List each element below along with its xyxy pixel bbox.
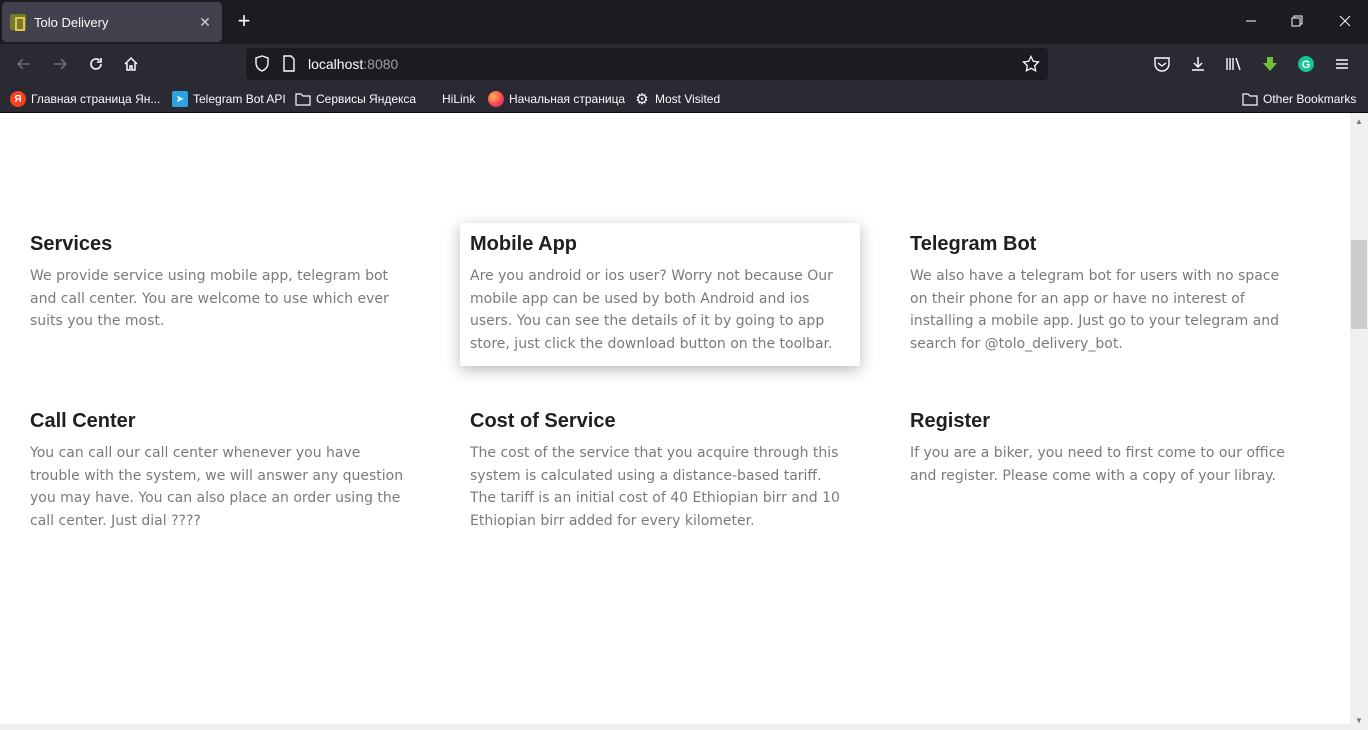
card-title: Call Center	[30, 410, 136, 432]
other-bookmarks-label: Other Bookmarks	[1263, 92, 1357, 106]
scrollbar-thumb[interactable]	[1351, 240, 1367, 329]
back-button[interactable]	[10, 50, 38, 78]
url-host: localhost	[308, 56, 364, 72]
reload-button[interactable]	[82, 50, 110, 78]
card-title: Mobile App	[470, 233, 578, 255]
pocket-icon	[1154, 57, 1170, 72]
card-text: We provide service using mobile app, tel…	[30, 268, 389, 330]
firefox-icon	[488, 91, 504, 107]
home-icon	[124, 56, 138, 71]
home-button[interactable]	[117, 50, 145, 78]
tab-title: Tolo Delivery	[34, 14, 109, 30]
bookmark-star-icon[interactable]	[1022, 54, 1040, 78]
extension-download-button[interactable]	[1256, 50, 1284, 78]
folder-icon	[295, 91, 311, 107]
tab-close-icon[interactable]: ✕	[196, 14, 214, 31]
card-register: Register If you are a biker, you need to…	[900, 400, 1300, 497]
grammarly-icon: G	[1298, 56, 1314, 72]
bookmark-telegram-bot-api[interactable]: ➤ Telegram Bot API	[172, 90, 286, 108]
scroll-up-arrow-icon[interactable]: ▲	[1354, 117, 1364, 127]
card-title: Cost of Service	[470, 410, 616, 432]
new-tab-button[interactable]: +	[232, 10, 256, 34]
bookmark-hilink[interactable]: HiLink	[442, 90, 475, 108]
url-port: :8080	[363, 56, 399, 72]
bookmark-most-visited[interactable]: ⚙ Most Visited	[634, 90, 720, 108]
bookmark-label: Начальная страница	[509, 92, 626, 106]
bookmark-label: Most Visited	[655, 92, 721, 106]
forward-button[interactable]	[46, 50, 74, 78]
card-title: Telegram Bot	[910, 233, 1037, 255]
downloads-button[interactable]	[1184, 50, 1212, 78]
card-services: Services We provide service using mobile…	[20, 223, 420, 343]
card-title: Register	[910, 410, 991, 432]
bookmark-yandex-home[interactable]: Я Главная страница Ян...	[10, 90, 160, 108]
bookmark-label: Главная страница Ян...	[31, 92, 161, 106]
card-text: You can call our call center whenever yo…	[30, 445, 404, 530]
pocket-button[interactable]	[1148, 50, 1176, 78]
url-text[interactable]: localhost:8080	[308, 56, 398, 72]
card-text: Are you android or ios user? Worry not b…	[470, 268, 833, 353]
folder-icon	[1242, 91, 1258, 107]
page-bottom-edge	[0, 724, 1350, 730]
card-text: If you are a biker, you need to first co…	[910, 445, 1285, 484]
tab-strip: Tolo Delivery ✕ +	[0, 0, 1368, 44]
arrow-right-icon	[54, 58, 68, 70]
green-arrow-down-icon	[1263, 57, 1277, 71]
telegram-icon: ➤	[172, 91, 188, 107]
card-text: The cost of the service that you acquire…	[470, 445, 840, 530]
page-info-icon[interactable]	[282, 55, 296, 78]
close-icon	[1339, 15, 1351, 27]
page-content: Services We provide service using mobile…	[0, 113, 1350, 730]
tolo-favicon-icon	[10, 14, 26, 31]
navigation-toolbar: localhost:8080 G	[0, 44, 1368, 84]
card-cost-of-service: Cost of Service The cost of the service …	[460, 400, 860, 543]
yandex-icon: Я	[10, 91, 26, 107]
reload-icon	[90, 58, 102, 70]
bookmark-yandex-services[interactable]: Сервисы Яндекса	[295, 90, 416, 108]
bookmark-label: Telegram Bot API	[193, 92, 286, 106]
gear-icon: ⚙	[635, 91, 649, 108]
bookmarks-toolbar: Я Главная страница Ян... ➤ Telegram Bot …	[0, 84, 1368, 113]
grammarly-button[interactable]: G	[1292, 50, 1320, 78]
bookmark-label: Сервисы Яндекса	[316, 92, 417, 106]
library-button[interactable]	[1220, 50, 1248, 78]
card-mobile-app: Mobile App Are you android or ios user? …	[460, 223, 860, 366]
restore-icon	[1291, 15, 1303, 27]
restore-button[interactable]	[1282, 10, 1312, 34]
close-window-button[interactable]	[1330, 10, 1360, 34]
bookmark-label: HiLink	[442, 92, 476, 106]
library-icon	[1226, 57, 1241, 71]
minimize-icon	[1246, 20, 1256, 22]
svg-text:G: G	[1302, 59, 1311, 71]
other-bookmarks[interactable]: Other Bookmarks	[1242, 90, 1356, 108]
bookmark-start-page[interactable]: Начальная страница	[488, 90, 625, 108]
shield-icon[interactable]	[254, 55, 270, 78]
card-title: Services	[30, 233, 113, 255]
download-icon	[1192, 57, 1204, 71]
arrow-left-icon	[16, 58, 30, 70]
card-telegram-bot: Telegram Bot We also have a telegram bot…	[900, 223, 1300, 366]
minimize-button[interactable]	[1236, 10, 1266, 34]
vertical-scrollbar[interactable]: ▲ ▼	[1350, 113, 1368, 730]
hamburger-menu-icon	[1336, 59, 1348, 69]
scroll-down-arrow-icon[interactable]: ▼	[1354, 716, 1364, 726]
card-text: We also have a telegram bot for users wi…	[910, 268, 1280, 353]
tab-tolo-delivery[interactable]: Tolo Delivery ✕	[2, 2, 222, 42]
url-bar[interactable]: localhost:8080	[246, 48, 1048, 80]
menu-button[interactable]	[1328, 50, 1356, 78]
card-call-center: Call Center You can call our call center…	[20, 400, 420, 543]
